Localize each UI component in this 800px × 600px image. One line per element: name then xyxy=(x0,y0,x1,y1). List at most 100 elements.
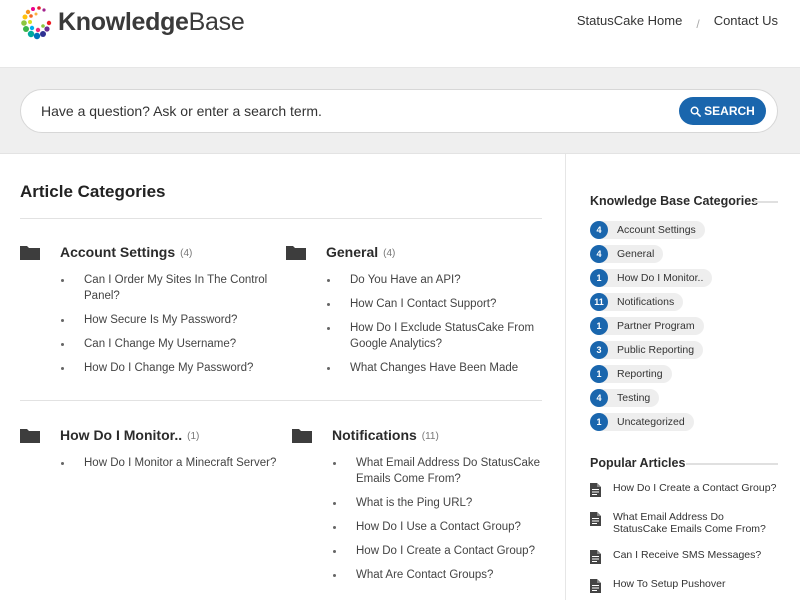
document-icon xyxy=(590,579,601,593)
article-item: Can I Order My Sites In The Control Pane… xyxy=(60,272,280,304)
document-icon xyxy=(590,512,601,526)
popular-article-link: What Email Address Do StatusCake Emails … xyxy=(613,511,766,535)
article-link[interactable]: How Do I Use a Contact Group? xyxy=(356,521,521,533)
title-rule xyxy=(754,201,778,203)
category-count: (4) xyxy=(383,247,396,259)
article-link[interactable]: How Do I Change My Password? xyxy=(84,362,253,374)
logo-text-bold: Knowledge xyxy=(58,7,189,36)
popular-article-link: How Do I Create a Contact Group? xyxy=(613,482,777,494)
category-general: General (4) Do You Have an API? How Can … xyxy=(286,242,542,384)
document-icon xyxy=(590,550,601,564)
article-item: Can I Change My Username? xyxy=(60,336,280,352)
count-badge: 1 xyxy=(590,317,608,335)
folder-icon xyxy=(20,246,40,260)
article-link[interactable]: What Changes Have Been Made xyxy=(350,362,518,374)
count-badge: 4 xyxy=(590,245,608,263)
popular-article-link: Can I Receive SMS Messages? xyxy=(613,549,762,561)
kb-category-item[interactable]: 4 Account Settings xyxy=(590,221,712,239)
kb-category-label: General xyxy=(602,245,664,263)
article-link[interactable]: How Do I Monitor a Minecraft Server? xyxy=(84,457,276,469)
article-link[interactable]: How Do I Exclude StatusCake From Google … xyxy=(350,322,534,350)
category-count: (4) xyxy=(180,247,193,259)
article-link[interactable]: Do You Have an API? xyxy=(350,274,461,286)
category-count: (1) xyxy=(187,430,200,442)
article-link[interactable]: Can I Change My Username? xyxy=(84,338,236,350)
search-band: SEARCH xyxy=(0,68,800,154)
kb-category-label: Reporting xyxy=(602,365,672,383)
article-categories-section: Article Categories Account Settings (4) … xyxy=(20,154,542,600)
document-icon xyxy=(590,483,601,497)
kb-category-item[interactable]: 4 General xyxy=(590,245,712,263)
search-box: SEARCH xyxy=(20,89,778,133)
kb-category-label: Testing xyxy=(602,389,660,407)
article-link[interactable]: What Are Contact Groups? xyxy=(356,569,493,581)
kb-category-item[interactable]: 3 Public Reporting xyxy=(590,341,712,359)
category-how-do-i-monitor: How Do I Monitor.. (1) How Do I Monitor … xyxy=(20,425,286,479)
category-title[interactable]: Account Settings xyxy=(60,244,175,260)
popular-article-item[interactable]: Can I Receive SMS Messages? xyxy=(590,549,780,564)
article-item: How Do I Create a Contact Group? xyxy=(332,543,542,559)
count-badge: 4 xyxy=(590,221,608,239)
category-count: (11) xyxy=(421,430,439,442)
nav-separator: / xyxy=(696,16,700,31)
kb-category-item[interactable]: 11 Notifications xyxy=(590,293,712,311)
kb-category-item[interactable]: 4 Testing xyxy=(590,389,712,407)
popular-articles-title: Popular Articles xyxy=(590,456,686,470)
kb-categories-title: Knowledge Base Categories xyxy=(590,194,759,208)
logo-icon xyxy=(21,6,52,40)
count-badge: 1 xyxy=(590,269,608,287)
search-input[interactable] xyxy=(41,101,641,121)
article-link[interactable]: What Email Address Do StatusCake Emails … xyxy=(356,457,540,485)
logo-text: KnowledgeBase xyxy=(58,7,245,37)
kb-category-label: Uncategorized xyxy=(602,413,694,431)
article-item: Do You Have an API? xyxy=(326,272,542,288)
count-badge: 1 xyxy=(590,413,608,431)
kb-category-label: Partner Program xyxy=(602,317,704,335)
kb-category-label: Public Reporting xyxy=(602,341,704,359)
category-title[interactable]: General xyxy=(326,244,378,260)
count-badge: 3 xyxy=(590,341,608,359)
category-account-settings: Account Settings (4) Can I Order My Site… xyxy=(20,242,280,384)
article-item: How Secure Is My Password? xyxy=(60,312,280,328)
article-link[interactable]: How Do I Create a Contact Group? xyxy=(356,545,535,557)
count-badge: 4 xyxy=(590,389,608,407)
article-item: What Changes Have Been Made xyxy=(326,360,542,376)
article-item: How Do I Use a Contact Group? xyxy=(332,519,542,535)
search-button[interactable]: SEARCH xyxy=(679,97,766,125)
count-badge: 1 xyxy=(590,365,608,383)
popular-articles-list: How Do I Create a Contact Group? What Em… xyxy=(590,482,780,600)
kb-category-item[interactable]: 1 Reporting xyxy=(590,365,712,383)
logo[interactable]: KnowledgeBase xyxy=(20,4,245,40)
nav-contact-us[interactable]: Contact Us xyxy=(714,13,778,28)
article-link[interactable]: Can I Order My Sites In The Control Pane… xyxy=(84,274,267,302)
kb-category-item[interactable]: 1 Partner Program xyxy=(590,317,712,335)
popular-article-link: How To Setup Pushover xyxy=(613,578,726,590)
article-item: What Email Address Do StatusCake Emails … xyxy=(332,455,542,487)
article-link[interactable]: How Secure Is My Password? xyxy=(84,314,237,326)
logo-text-light: Base xyxy=(188,7,245,36)
title-rule xyxy=(686,463,778,465)
folder-icon xyxy=(286,246,306,260)
category-title[interactable]: How Do I Monitor.. xyxy=(60,427,182,443)
kb-category-label: Account Settings xyxy=(602,221,705,239)
popular-article-item[interactable]: What Email Address Do StatusCake Emails … xyxy=(590,511,780,535)
kb-category-item[interactable]: 1 Uncategorized xyxy=(590,413,712,431)
count-badge: 11 xyxy=(590,293,608,311)
sidebar-divider xyxy=(565,154,566,600)
popular-article-item[interactable]: How Do I Create a Contact Group? xyxy=(590,482,780,497)
search-button-label: SEARCH xyxy=(704,104,755,118)
page-title: Article Categories xyxy=(20,182,166,201)
kb-category-item[interactable]: 1 How Do I Monitor.. xyxy=(590,269,713,287)
popular-article-item[interactable]: How To Setup Pushover xyxy=(590,578,780,593)
article-item: How Do I Monitor a Minecraft Server? xyxy=(60,455,286,471)
category-title[interactable]: Notifications xyxy=(332,427,417,443)
search-icon xyxy=(690,106,702,117)
article-link[interactable]: How Can I Contact Support? xyxy=(350,298,496,310)
kb-category-label: Notifications xyxy=(602,293,684,311)
nav-statuscake-home[interactable]: StatusCake Home xyxy=(577,13,683,28)
article-link[interactable]: What is the Ping URL? xyxy=(356,497,472,509)
article-item: What is the Ping URL? xyxy=(332,495,542,511)
article-item: How Do I Exclude StatusCake From Google … xyxy=(326,320,542,352)
divider xyxy=(20,218,542,219)
category-notifications: Notifications (11) What Email Address Do… xyxy=(292,425,542,591)
